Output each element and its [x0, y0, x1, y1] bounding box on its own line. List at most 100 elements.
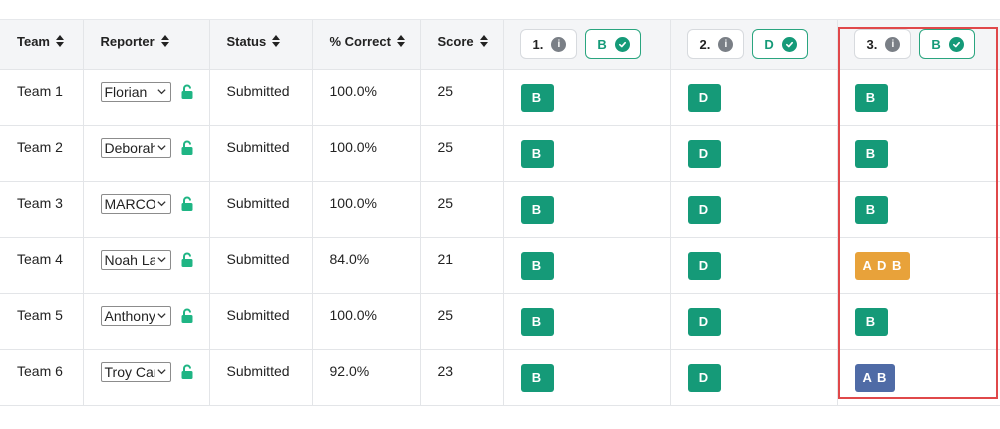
answer-badge[interactable]: B	[520, 139, 554, 168]
answer-badge[interactable]: B	[520, 363, 554, 392]
score-cell: 25	[420, 69, 504, 126]
question-number-button[interactable]: 2. i	[686, 29, 745, 59]
question-number-button[interactable]: 1. i	[519, 29, 578, 59]
reporter-cell: Florian	[83, 69, 210, 126]
table-row: Team 4 Noah La Submitted 84.0% 21 B D A D B	[0, 237, 1000, 294]
unlock-icon[interactable]	[180, 252, 194, 268]
col-percent-correct[interactable]: % Correct	[312, 20, 421, 70]
score-text: 25	[437, 306, 454, 323]
table-row: Team 1 Florian Submitted 100.0% 25 B D B	[0, 69, 1000, 126]
status-text: Submitted	[226, 362, 290, 379]
answer-cell: D	[670, 237, 838, 294]
status-text: Submitted	[226, 306, 290, 323]
answer-badge[interactable]: B	[520, 195, 554, 224]
answer-badge[interactable]: B	[520, 83, 554, 112]
answer-key-button[interactable]: B	[919, 29, 975, 59]
sort-icon[interactable]	[272, 35, 281, 47]
answer-cell: D	[670, 69, 838, 126]
question-number-button[interactable]: 3. i	[853, 29, 912, 59]
answer-badge[interactable]: A B	[854, 363, 896, 392]
reporter-value: Anthony	[104, 307, 155, 324]
answer-cell: D	[670, 181, 838, 238]
chevron-down-icon	[156, 200, 166, 206]
unlock-icon[interactable]	[180, 84, 194, 100]
answer-key-label: D	[764, 36, 774, 52]
answer-cell: D	[670, 125, 838, 182]
reporter-value: Noah La	[104, 251, 155, 268]
col-team-label: Team	[17, 33, 50, 49]
percent-cell: 100.0%	[312, 181, 421, 238]
sort-icon[interactable]	[56, 35, 64, 47]
percent-text: 100.0%	[329, 138, 377, 155]
percent-cell: 100.0%	[312, 293, 421, 350]
reporter-value: Florian	[104, 83, 148, 100]
answer-badge[interactable]: B	[854, 139, 888, 168]
reporter-cell: Anthony	[83, 293, 210, 350]
reporter-cell: Noah La	[83, 237, 210, 294]
col-question-2: 2. i D	[670, 20, 838, 70]
sort-icon[interactable]	[396, 35, 405, 47]
sort-icon[interactable]	[479, 35, 488, 47]
answer-cell: B	[503, 349, 671, 406]
info-icon[interactable]: i	[551, 36, 567, 52]
score-text: 25	[437, 194, 454, 211]
answer-badge[interactable]: A D B	[854, 251, 911, 280]
answer-badge[interactable]: B	[854, 83, 888, 112]
score-cell: 21	[420, 237, 504, 294]
sort-icon[interactable]	[160, 35, 169, 47]
answer-key-button[interactable]: B	[585, 29, 641, 59]
col-reporter[interactable]: Reporter	[83, 20, 210, 70]
status-text: Submitted	[226, 250, 290, 267]
unlock-icon[interactable]	[180, 308, 194, 324]
score-cell: 25	[420, 181, 504, 238]
answer-cell: B	[837, 125, 1000, 182]
check-icon	[614, 36, 630, 52]
answer-badge[interactable]: B	[520, 251, 554, 280]
chevron-down-icon	[156, 256, 166, 262]
reporter-select[interactable]: Florian	[100, 81, 171, 102]
unlock-icon[interactable]	[180, 364, 194, 380]
answer-key-label: B	[597, 36, 607, 52]
unlock-icon[interactable]	[180, 196, 194, 212]
team-name: Team 3	[17, 194, 63, 211]
team-name: Team 5	[17, 306, 63, 323]
status-cell: Submitted	[209, 293, 313, 350]
score-cell: 25	[420, 293, 504, 350]
answer-badge[interactable]: B	[854, 307, 888, 336]
reporter-select[interactable]: Noah La	[100, 249, 171, 270]
answer-badge[interactable]: B	[520, 307, 554, 336]
info-icon[interactable]: i	[885, 36, 901, 52]
answer-badge[interactable]: D	[687, 251, 721, 280]
unlock-icon[interactable]	[180, 140, 194, 156]
col-team[interactable]: Team	[0, 20, 84, 70]
chevron-down-icon	[156, 368, 166, 374]
answer-cell: B	[837, 69, 1000, 126]
reporter-select[interactable]: Anthony	[100, 305, 171, 326]
reporter-select[interactable]: Troy Car	[100, 361, 171, 382]
percent-text: 100.0%	[329, 82, 377, 99]
status-text: Submitted	[226, 194, 290, 211]
status-text: Submitted	[226, 82, 290, 99]
team-cell: Team 1	[0, 69, 84, 126]
reporter-select[interactable]: MARCO	[100, 193, 171, 214]
answer-badge[interactable]: B	[854, 195, 888, 224]
answer-badge[interactable]: D	[687, 195, 721, 224]
reporter-cell: Deborah	[83, 125, 210, 182]
percent-cell: 100.0%	[312, 69, 421, 126]
question-number: 1.	[532, 36, 544, 52]
table-row: Team 2 Deborah Submitted 100.0% 25 B D B	[0, 125, 1000, 182]
team-cell: Team 4	[0, 237, 84, 294]
answer-cell: B	[837, 293, 1000, 350]
answer-badge[interactable]: D	[687, 83, 721, 112]
answer-badge[interactable]: D	[687, 307, 721, 336]
answer-key-button[interactable]: D	[752, 29, 808, 59]
question-number: 2.	[699, 36, 711, 52]
info-icon[interactable]: i	[718, 36, 734, 52]
answer-badge[interactable]: D	[687, 363, 721, 392]
answer-badge[interactable]: D	[687, 139, 721, 168]
col-status[interactable]: Status	[209, 20, 313, 70]
col-score[interactable]: Score	[420, 20, 504, 70]
check-icon	[781, 36, 797, 52]
reporter-select[interactable]: Deborah	[100, 137, 171, 158]
reporter-cell: Troy Car	[83, 349, 210, 406]
